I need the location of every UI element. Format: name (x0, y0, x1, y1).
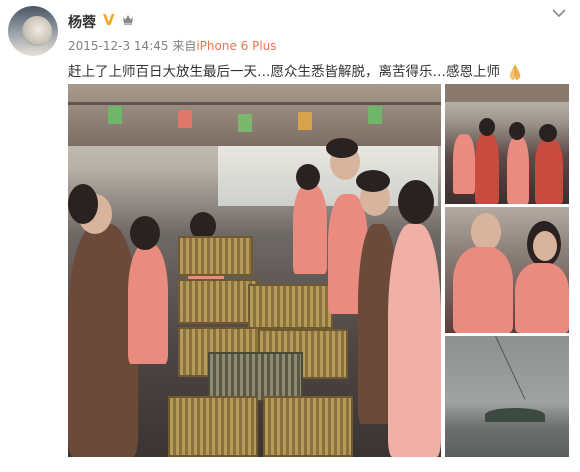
post-text-container: 赶上了上师百日大放生最后一天…愿众生悉皆解脱，离苦得乐…感恩上师 (68, 60, 524, 81)
photo-side-3[interactable] (445, 336, 569, 457)
pray-icon (510, 64, 521, 80)
chevron-down-icon[interactable] (552, 8, 566, 18)
avatar-image (22, 16, 52, 46)
island (485, 408, 545, 422)
boat-roof (68, 84, 441, 146)
photo-side-1[interactable] (445, 84, 569, 204)
crown-icon (123, 15, 133, 25)
source-prefix: 来自 (172, 39, 197, 53)
avatar[interactable] (8, 6, 58, 56)
source-device[interactable]: iPhone 6 Plus (196, 39, 276, 53)
photo-main[interactable] (68, 84, 441, 457)
post-timestamp[interactable]: 2015-12-3 14:45 (68, 39, 169, 53)
post-meta: 2015-12-3 14:45 来自iPhone 6 Plus (68, 37, 277, 54)
post-text: 赶上了上师百日大放生最后一天…愿众生悉皆解脱，离苦得乐…感恩上师 (68, 64, 500, 80)
verified-badge: V (103, 11, 115, 29)
photo-side-2[interactable] (445, 207, 569, 333)
author-name[interactable]: 杨蓉 (68, 12, 96, 32)
